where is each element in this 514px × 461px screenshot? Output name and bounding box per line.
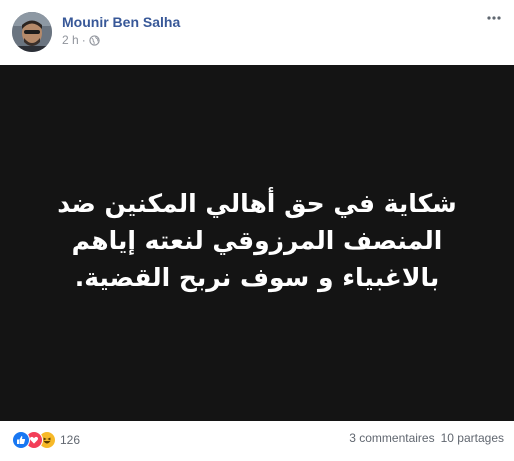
meta-separator: · [81,33,86,47]
comments-count[interactable]: 3 commentaires [349,431,434,445]
post-stats: 3 commentaires 10 partages [349,431,504,445]
more-options-icon[interactable] [484,8,504,28]
dots-icon [487,16,501,20]
post-background: شكاية في حق أهالي المكنين ضد المنصف المر… [0,65,514,421]
post-header: Mounir Ben Salha 2 h · [0,0,514,64]
post-meta: 2 h · [62,33,100,47]
like-icon [12,431,30,449]
shares-count[interactable]: 10 partages [441,431,504,445]
post-footer: 126 3 commentaires 10 partages [0,421,514,461]
post-text: شكاية في حق أهالي المكنين ضد المنصف المر… [57,188,457,292]
reactions-summary[interactable]: 126 [12,431,80,449]
author-name[interactable]: Mounir Ben Salha [62,14,180,30]
globe-icon[interactable] [89,34,100,46]
post-time[interactable]: 2 h [62,33,79,47]
reaction-count: 126 [60,433,81,447]
avatar[interactable] [12,12,52,52]
avatar-photo [12,12,52,52]
